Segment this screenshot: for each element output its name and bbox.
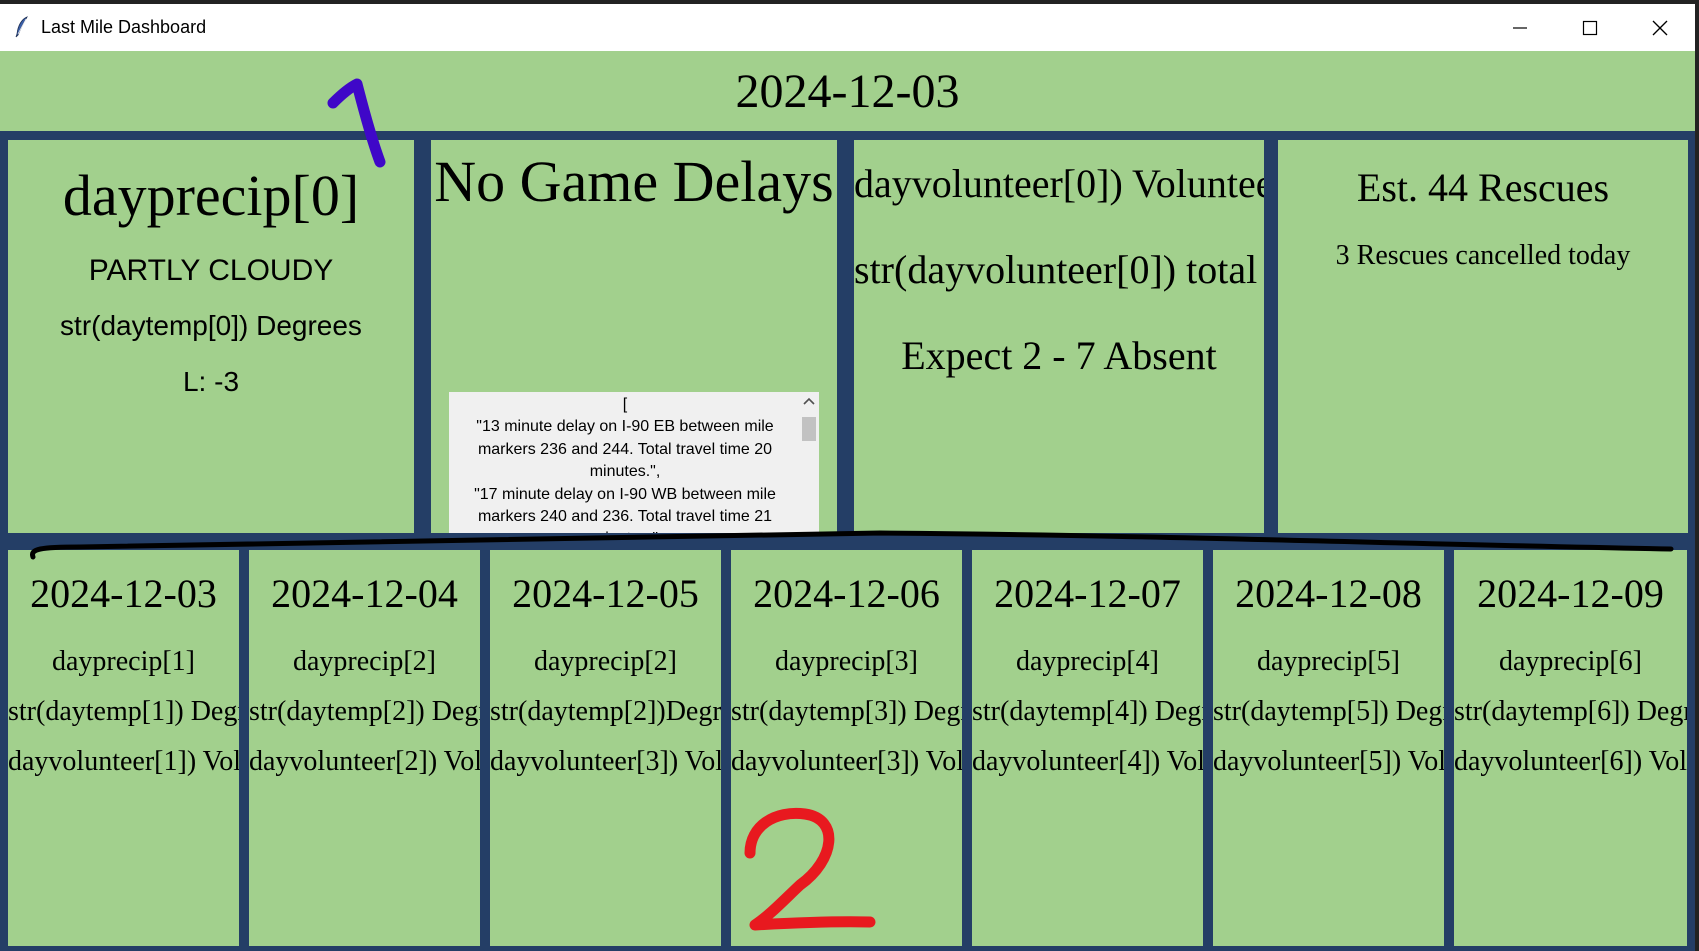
day-date: 2024-12-09	[1477, 571, 1664, 616]
maximize-icon	[1582, 20, 1598, 35]
dashboard-content: 2024-12-03 dayprecip[0] PARTLY CLOUDY st…	[0, 51, 1695, 951]
volunteers-count: dayvolunteer[0]) Volunteers	[854, 161, 1264, 206]
day-temp: str(daytemp[1]) Degrees	[8, 696, 239, 727]
temperature-label: str(daytemp[0]) Degrees	[60, 310, 362, 341]
absent-estimate: Expect 2 - 7 Absent	[901, 333, 1217, 378]
maximize-button[interactable]	[1555, 4, 1625, 51]
day-volunteers: dayvolunteer[3]) Volunteers	[731, 746, 962, 777]
traffic-delays-textbox[interactable]: [ "13 minute delay on I-90 EB between mi…	[449, 392, 819, 533]
game-delays-panel: No Game Delays [ "13 minute delay on I-9…	[431, 140, 837, 533]
rescues-cancelled: 3 Rescues cancelled today	[1335, 240, 1631, 271]
day-precip: dayprecip[1]	[51, 646, 196, 677]
header-date: 2024-12-03	[735, 64, 960, 118]
low-temperature: L: -3	[182, 366, 240, 397]
day-volunteers: dayvolunteer[4]) Volunteers	[972, 746, 1203, 777]
weather-condition: PARTLY CLOUDY	[88, 254, 334, 287]
rescues-estimate: Est. 44 Rescues	[1356, 165, 1610, 210]
day-panel: 2024-12-04 dayprecip[2] str(daytemp[2]) …	[249, 550, 480, 946]
volunteers-total: str(dayvolunteer[0]) total	[854, 247, 1258, 292]
day-volunteers: dayvolunteer[2]) Volunteers	[249, 746, 480, 777]
day-volunteers: dayvolunteer[3]) Volunteers	[490, 746, 721, 777]
title-bar[interactable]: Last Mile Dashboard	[0, 4, 1695, 51]
day-date: 2024-12-04	[271, 571, 458, 616]
day-date: 2024-12-06	[753, 571, 940, 616]
volunteers-panel: dayvolunteer[0]) Volunteers str(dayvolun…	[854, 140, 1264, 533]
day-temp: str(daytemp[4]) Degrees	[972, 696, 1203, 727]
day-date: 2024-12-03	[30, 571, 217, 616]
feather-icon	[15, 16, 28, 38]
precip-value: dayprecip[0]	[62, 163, 360, 228]
game-delays-title: No Game Delays	[434, 149, 834, 214]
day-precip: dayprecip[3]	[774, 646, 919, 677]
day-volunteers: dayvolunteer[6]) Volunteers	[1454, 746, 1687, 777]
day-panel: 2024-12-08 dayprecip[5] str(daytemp[5]) …	[1213, 550, 1444, 946]
day-volunteers: dayvolunteer[1]) Volunteers	[8, 746, 239, 777]
traffic-delays-text: [ "13 minute delay on I-90 EB between mi…	[474, 396, 776, 533]
weather-panel: dayprecip[0] PARTLY CLOUDY str(daytemp[0…	[8, 140, 414, 533]
day-temp: str(daytemp[2]) Degrees	[249, 696, 480, 727]
day-precip: dayprecip[6]	[1498, 646, 1643, 677]
day-precip: dayprecip[2]	[292, 646, 437, 677]
app-window: Last Mile Dashboard 2024-12-03 dayprecip…	[0, 4, 1695, 951]
day-temp: str(daytemp[5]) Degrees	[1213, 696, 1444, 727]
day-precip: dayprecip[2]	[533, 646, 678, 677]
day-precip: dayprecip[5]	[1256, 646, 1401, 677]
day-panel: 2024-12-06 dayprecip[3] str(daytemp[3]) …	[731, 550, 962, 946]
day-temp: str(daytemp[3]) Degrees	[731, 696, 962, 727]
header-band: 2024-12-03	[0, 51, 1695, 131]
rescues-panel: Est. 44 Rescues 3 Rescues cancelled toda…	[1278, 140, 1688, 533]
chevron-up-icon[interactable]	[803, 396, 815, 406]
day-panel: 2024-12-09 dayprecip[6] str(daytemp[6]) …	[1454, 550, 1687, 946]
day-temp: str(daytemp[6]) Degrees	[1454, 696, 1687, 727]
day-precip: dayprecip[4]	[1015, 646, 1160, 677]
minimize-button[interactable]	[1485, 4, 1555, 51]
day-panel: 2024-12-07 dayprecip[4] str(daytemp[4]) …	[972, 550, 1203, 946]
day-volunteers: dayvolunteer[5]) Volunteers	[1213, 746, 1444, 777]
day-temp: str(daytemp[2])Degrees	[490, 696, 721, 727]
window-title: Last Mile Dashboard	[41, 17, 207, 37]
scroll-thumb[interactable]	[802, 417, 816, 441]
day-date: 2024-12-07	[994, 571, 1181, 616]
day-date: 2024-12-05	[512, 571, 699, 616]
day-panel: 2024-12-03 dayprecip[1] str(daytemp[1]) …	[8, 550, 239, 946]
close-icon	[1652, 20, 1668, 35]
minimize-icon	[1513, 26, 1527, 29]
day-panel: 2024-12-05 dayprecip[2] str(daytemp[2])D…	[490, 550, 721, 946]
close-button[interactable]	[1625, 4, 1695, 51]
day-date: 2024-12-08	[1235, 571, 1422, 616]
vertical-scrollbar[interactable]	[799, 392, 819, 533]
